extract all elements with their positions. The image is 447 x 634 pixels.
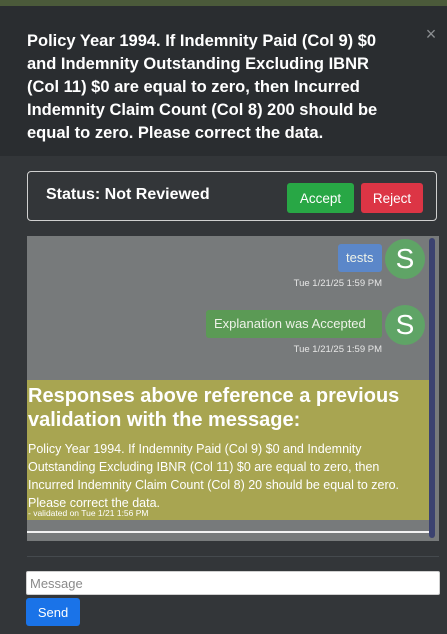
divider xyxy=(27,531,429,533)
accept-button[interactable]: Accept xyxy=(287,183,354,213)
close-icon[interactable]: × xyxy=(423,25,439,43)
message-input[interactable] xyxy=(26,571,440,595)
validated-timestamp: - validated on Tue 1/21 1:56 PM xyxy=(28,508,149,518)
message-timestamp: Tue 1/21/25 1:59 PM xyxy=(293,344,382,355)
send-button[interactable]: Send xyxy=(26,598,80,626)
reject-button[interactable]: Reject xyxy=(361,183,423,213)
reference-message: Policy Year 1994. If Indemnity Paid (Col… xyxy=(28,442,400,510)
avatar: S xyxy=(385,239,425,279)
status-box: Status: Not Reviewed Accept Reject xyxy=(27,171,437,221)
scrollbar[interactable] xyxy=(429,238,435,538)
previous-validation-block: Responses above reference a previous val… xyxy=(27,380,429,520)
chat-message-bubble: tests xyxy=(338,244,382,272)
review-panel: Status: Not Reviewed Accept Reject tests… xyxy=(0,156,447,634)
chat-message-bubble: Explanation was Accepted xyxy=(206,310,382,338)
reference-title: Responses above reference a previous val… xyxy=(28,385,400,431)
message-timestamp: Tue 1/21/25 1:59 PM xyxy=(293,278,382,289)
chat-history[interactable]: tests S Tue 1/21/25 1:59 PM Explanation … xyxy=(27,236,439,541)
divider xyxy=(27,556,439,557)
status-label: Status: Not Reviewed xyxy=(46,186,210,203)
validation-message: Policy Year 1994. If Indemnity Paid (Col… xyxy=(27,32,378,142)
validation-header: Policy Year 1994. If Indemnity Paid (Col… xyxy=(0,6,447,156)
avatar: S xyxy=(385,305,425,345)
